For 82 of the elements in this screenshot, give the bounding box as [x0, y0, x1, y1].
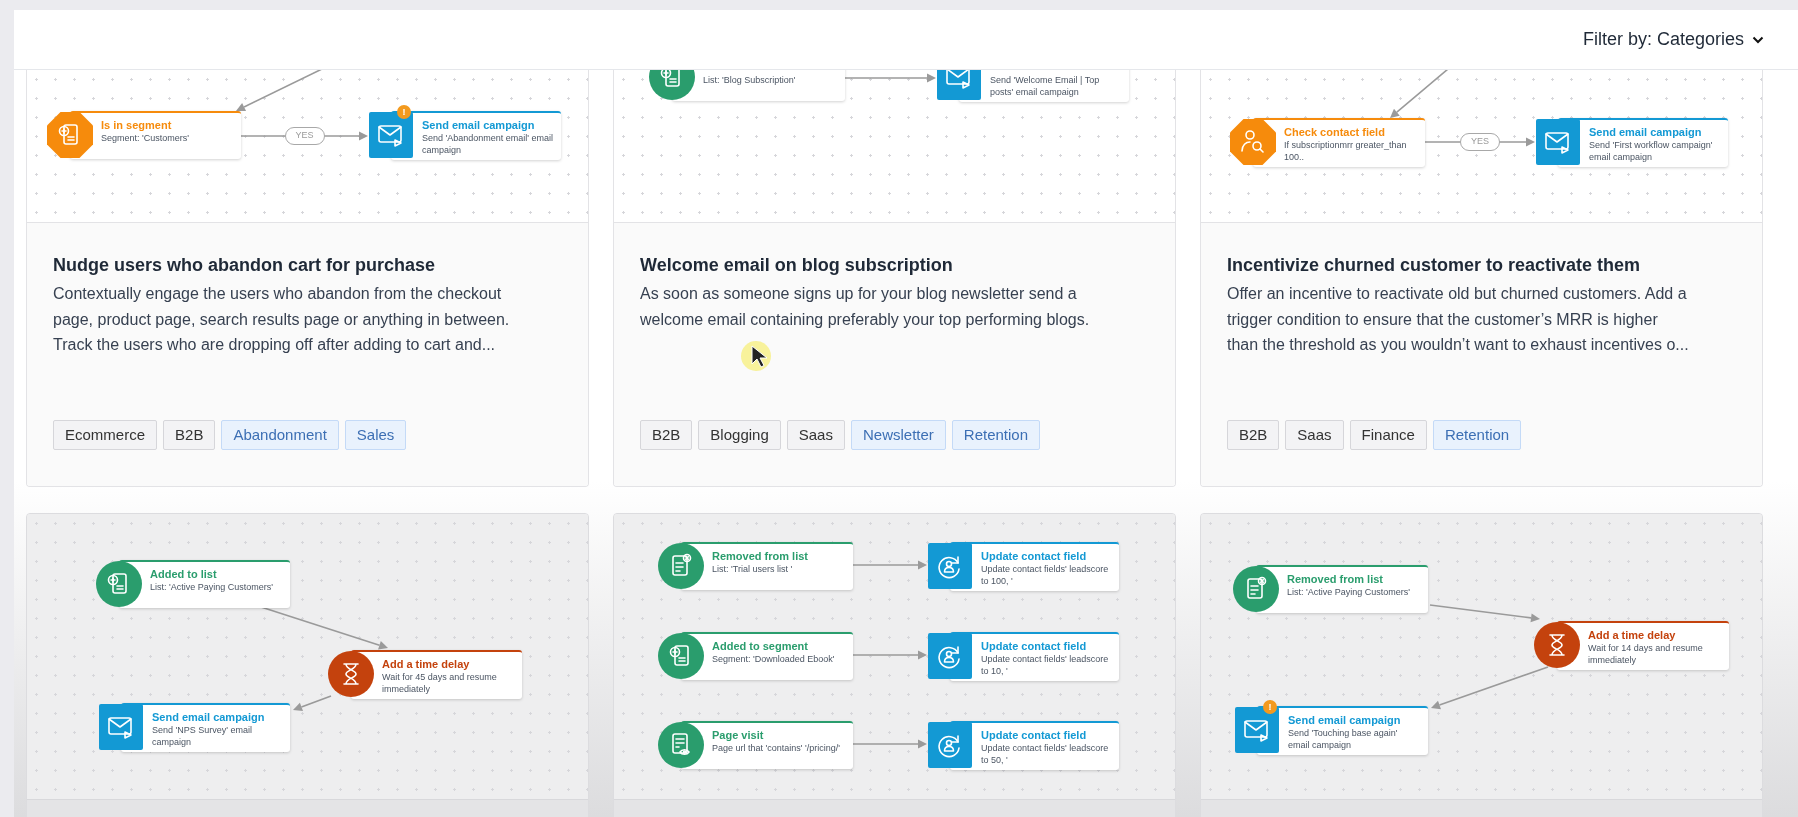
hourglass-icon: [1534, 622, 1580, 668]
node-title: Update contact field: [981, 728, 1088, 742]
card-title: Welcome email on blog subscription: [640, 254, 954, 277]
document-x-icon: [1233, 566, 1279, 612]
card-description: As soon as someone signs up for your blog newsletter send a welcome email containing preferably your top performing blogs.: [640, 284, 1091, 330]
connector-arrow: [1390, 70, 1449, 118]
chevron-down-icon: [1752, 35, 1764, 44]
user-refresh-icon: [927, 722, 973, 768]
node-title: Check contact field: [1284, 125, 1386, 139]
user-search-icon: [1230, 119, 1276, 165]
category-tag: B2B: [640, 420, 693, 450]
warning-badge: !: [397, 105, 411, 119]
document-x-icon: [658, 543, 704, 589]
card-description: Contextually engage the users who abandon from the checkout page, product page, search results page or anything in between. Track the users who are dropping off after adding to cart and...: [53, 284, 511, 355]
warning-badge: !: [1263, 700, 1277, 714]
node-description: Send 'Welcome Email | Top posts' email campaign: [990, 74, 1101, 98]
node-description: Update contact fields' leadscore to 10, ': [981, 653, 1110, 677]
node-description: Send 'Touching base again' email campaign: [1288, 727, 1399, 751]
envelope-icon: [368, 112, 414, 158]
node-description: List: 'Blog Subscription': [703, 74, 797, 86]
node-title: Update contact field: [981, 639, 1088, 653]
node-title: Add a time delay: [1588, 628, 1677, 642]
node-description: Update contact fields' leadscore to 100, ': [981, 563, 1110, 587]
hourglass-icon: [328, 651, 374, 697]
branch-label: YES: [284, 127, 325, 145]
node-description: Send 'NPS Survey' email campaign: [152, 724, 253, 748]
node-title: Send email campaign: [422, 118, 536, 132]
node-description: List: 'Active Paying Customers': [150, 581, 274, 593]
node-description: Page url that 'contains' '/pricing/': [712, 742, 841, 754]
category-tag: Blogging: [698, 420, 781, 450]
node-title: Add a time delay: [382, 657, 471, 671]
category-tag: Retention: [1432, 420, 1522, 450]
category-tag: Sales: [344, 420, 407, 450]
node-description: Segment: 'Customers': [101, 132, 190, 144]
filter-dropdown[interactable]: Filter by: Categories: [1582, 26, 1764, 53]
document-plus-icon: [658, 633, 704, 679]
category-tag: B2B: [163, 420, 216, 450]
node-description: Send 'First workflow campaign' email campaign: [1589, 139, 1714, 163]
node-title: Send email campaign: [1589, 125, 1703, 139]
envelope-icon: [1234, 707, 1280, 753]
card-title: Incentivize churned customer to reactivate them: [1227, 254, 1642, 277]
category-tag: B2B: [1227, 420, 1280, 450]
document-plus-icon: [96, 561, 142, 607]
template-card[interactable]: [613, 70, 1176, 487]
node-description: Send 'Abandonment email' email campaign: [422, 132, 553, 156]
node-description: Segment: 'Downloaded Ebook': [712, 653, 836, 665]
category-tag: Finance: [1349, 420, 1427, 450]
category-tag: Ecommerce: [53, 420, 158, 450]
node-description: Update contact fields' leadscore to 50, ': [981, 742, 1110, 766]
category-tag: Abandonment: [221, 420, 339, 450]
node-description: List: 'Trial users list ': [712, 563, 794, 575]
user-refresh-icon: [927, 543, 973, 589]
node-description: Wait for 14 days and resume immediately: [1588, 642, 1704, 666]
category-tag: Retention: [951, 420, 1041, 450]
category-tag: Saas: [786, 420, 845, 450]
node-title: Added to list: [150, 567, 218, 581]
document-plus-icon: [47, 112, 93, 158]
template-card[interactable]: [1200, 70, 1763, 487]
node-title: Removed from list: [1287, 572, 1384, 586]
node-title: Send email campaign: [152, 710, 266, 724]
envelope-icon: [1535, 119, 1581, 165]
node-title: Page visit: [712, 728, 765, 742]
envelope-icon: [98, 704, 144, 750]
node-title: Update contact field: [981, 549, 1088, 563]
node-title: Added to segment: [712, 639, 809, 653]
template-card[interactable]: Added to list List: 'Active Paying Customers' Add a time delay Wait for 45 days and resume immediately Send email campaign Send 'NPS Survey' email campaign: [26, 513, 589, 817]
node-title: Send email campaign: [1288, 713, 1402, 727]
template-card[interactable]: Removed from list List: 'Active Paying Customers' Add a time delay Wait for 14 days and resume immediately Send email campaign Send 'Touching base again' email campaign !: [1200, 513, 1763, 817]
node-title: Is in segment: [101, 118, 173, 132]
card-description: Offer an incentive to reactivate old but churned customers. Add a trigger condition to ensure that the customer’s MRR is higher than the threshold as you wouldn’t want to exhaust incentives o...: [1227, 284, 1690, 355]
connector-arrow: [293, 695, 332, 712]
category-tag: Newsletter: [850, 420, 946, 450]
card-title: Nudge users who abandon cart for purchase: [53, 254, 437, 277]
node-description: List: 'Active Paying Customers': [1287, 586, 1411, 598]
branch-label: YES: [1460, 133, 1500, 151]
document-eye-icon: [658, 722, 704, 768]
node-title: Removed from list: [712, 549, 809, 563]
template-card[interactable]: [26, 70, 589, 487]
user-refresh-icon: [927, 633, 973, 679]
node-description: Wait for 45 days and resume immediately: [382, 671, 498, 695]
category-tag: Saas: [1285, 420, 1344, 450]
node-description: If subscriptionmrr greater_than 100..: [1284, 139, 1408, 163]
